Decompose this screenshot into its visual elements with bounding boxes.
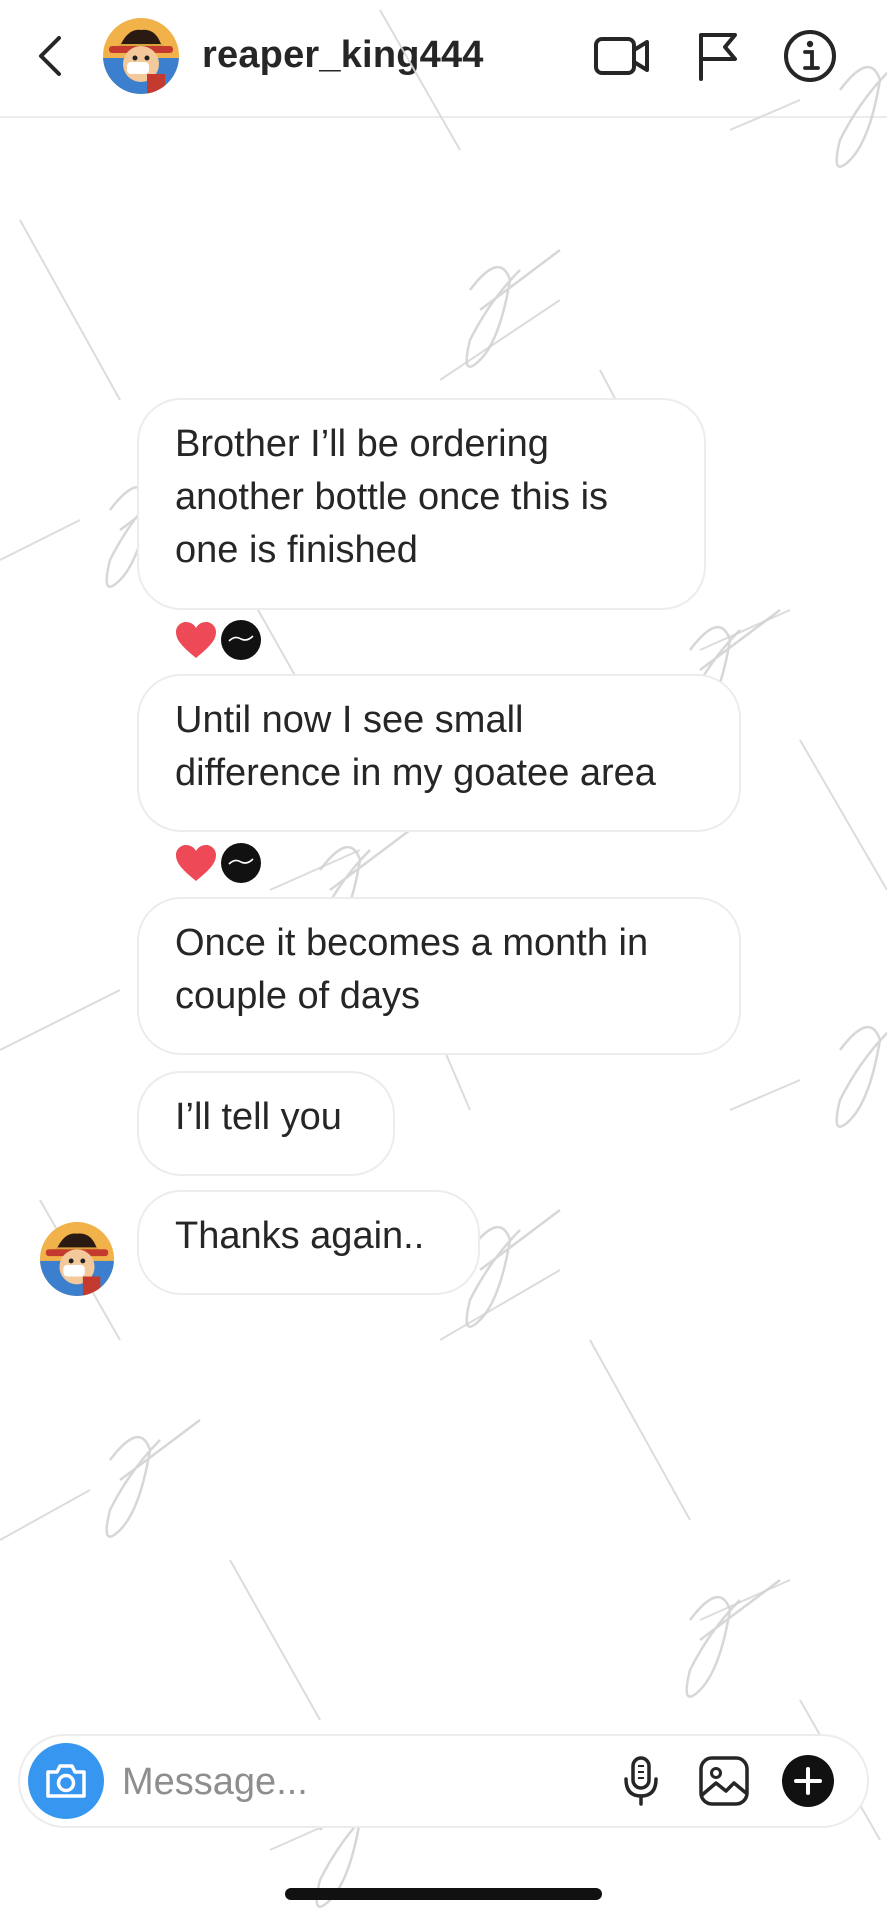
message-reactions[interactable]	[174, 841, 262, 885]
chat-header: reaper_king444	[0, 0, 887, 118]
message-input[interactable]	[120, 1746, 624, 1818]
message-text-line: another bottle once this is	[175, 476, 609, 518]
message-bubble[interactable]: I’ll tell you	[137, 1071, 395, 1176]
heart-icon	[176, 845, 216, 881]
message-text-line: difference in my goatee area	[175, 752, 656, 794]
message-bubble[interactable]: Brother I’ll be ordering another bottle …	[137, 398, 706, 610]
message-text-line: Thanks again..	[175, 1215, 425, 1257]
info-icon	[784, 30, 836, 82]
avatar-image	[40, 1222, 114, 1296]
voice-message-button[interactable]	[610, 1750, 672, 1812]
microphone-icon	[624, 1756, 658, 1806]
video-call-button[interactable]	[590, 24, 654, 88]
sender-avatar[interactable]	[40, 1222, 114, 1296]
avatar-image	[103, 18, 179, 94]
flag-icon	[699, 33, 737, 81]
video-camera-icon	[594, 37, 649, 75]
reactor-avatar	[221, 843, 261, 883]
message-reactions[interactable]	[174, 618, 262, 662]
home-indicator	[285, 1888, 602, 1900]
more-options-button[interactable]	[777, 1750, 839, 1812]
avatar[interactable]	[103, 18, 179, 94]
back-button[interactable]	[30, 28, 70, 84]
back-chevron-icon	[39, 36, 61, 76]
message-bubble[interactable]: Once it becomes a month in couple of day…	[137, 897, 741, 1055]
message-composer	[18, 1734, 869, 1828]
chat-screen: reaper_king444 Brother I’ll be ordering …	[0, 0, 887, 1920]
camera-icon	[46, 1764, 86, 1798]
gallery-icon	[699, 1756, 749, 1806]
message-text-line: Brother I’ll be ordering	[175, 423, 549, 465]
gallery-button[interactable]	[693, 1750, 755, 1812]
report-button[interactable]	[686, 24, 750, 88]
message-text-line: Until now I see small	[175, 699, 524, 741]
heart-icon	[176, 622, 216, 658]
message-text-line: one is finished	[175, 529, 418, 571]
message-text-line: couple of days	[175, 975, 421, 1017]
message-bubble[interactable]: Until now I see small difference in my g…	[137, 674, 741, 832]
info-button[interactable]	[778, 24, 842, 88]
camera-button[interactable]	[28, 1743, 104, 1819]
message-text-line: Once it becomes a month in	[175, 922, 649, 964]
reactor-avatar	[221, 620, 261, 660]
message-text-line: I’ll tell you	[175, 1096, 342, 1138]
chat-username[interactable]: reaper_king444	[202, 34, 484, 77]
message-bubble[interactable]: Thanks again..	[137, 1190, 480, 1295]
plus-icon	[782, 1755, 834, 1807]
